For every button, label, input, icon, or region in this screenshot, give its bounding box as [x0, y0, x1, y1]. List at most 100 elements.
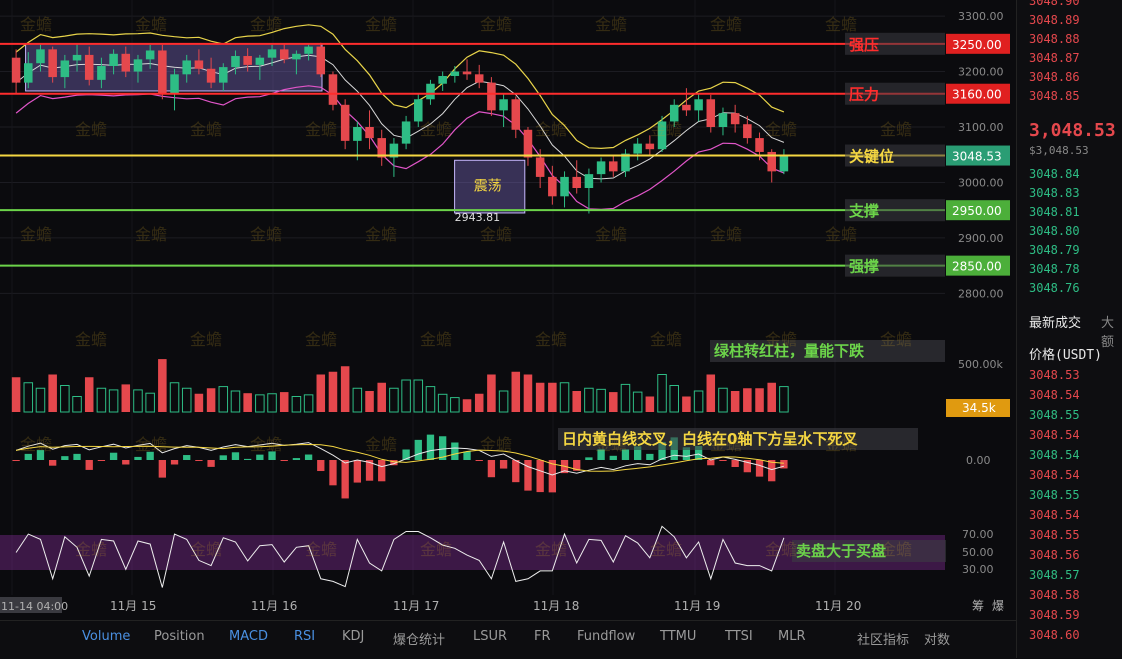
volume-bar — [218, 386, 229, 413]
range-box-label: 震荡 — [474, 179, 502, 195]
macd-histogram-bar — [207, 460, 215, 467]
x-axis-label: 11月 16 — [251, 599, 297, 613]
volume-bar — [230, 390, 241, 413]
toolbar-item-5[interactable]: 爆仓统计 — [393, 629, 445, 648]
ask-price: 3048.87 — [1029, 51, 1080, 65]
watermark: 金蟾 — [250, 15, 282, 34]
candle-body — [474, 74, 484, 83]
volume-bar — [352, 387, 363, 413]
volume-bar — [584, 387, 594, 413]
volume-bar — [84, 377, 94, 412]
volume-bar — [401, 379, 411, 413]
volume-bar — [596, 388, 606, 413]
chart-canvas[interactable]: 2800.00 2900.00 3000.00 3100.00 3200.00 3300.… — [0, 0, 1016, 620]
macd-histogram-bar — [317, 460, 325, 472]
watermark: 金蟾 — [20, 435, 52, 454]
x-axis-label: 11月 17 — [393, 599, 439, 613]
macd-histogram-bar — [244, 458, 252, 460]
volume-bar — [523, 374, 533, 412]
macd-histogram-bar — [414, 439, 422, 460]
volume-bar — [96, 387, 107, 413]
toolbar-item-9[interactable]: TTMU — [660, 629, 696, 644]
volume-bar — [35, 387, 46, 413]
trade-price: 3048.59 — [1029, 608, 1080, 622]
macd-histogram-bar — [609, 455, 617, 460]
volume-bar — [145, 392, 155, 413]
bid-price: 3048.79 — [1029, 243, 1080, 257]
macd-histogram-bar — [49, 460, 57, 466]
rsi-axis-label: 50.00 — [962, 546, 994, 559]
trade-price: 3048.54 — [1029, 428, 1080, 442]
watermark: 金蟾 — [650, 330, 682, 349]
watermark: 金蟾 — [75, 330, 107, 349]
toolbar-item-10[interactable]: TTSI — [725, 629, 753, 644]
volume-bar — [365, 391, 374, 412]
watermark: 金蟾 — [365, 15, 397, 34]
watermark: 金蟾 — [535, 540, 567, 559]
macd-histogram-bar — [122, 460, 130, 465]
volume-bar — [498, 390, 509, 413]
toolbar-item-11[interactable]: MLR — [778, 629, 806, 644]
volume-bar — [437, 393, 448, 413]
volume-bar — [303, 394, 314, 413]
macd-histogram-bar — [585, 457, 593, 460]
toolbar-item-1[interactable]: Position — [154, 629, 205, 644]
toolbar-item-12[interactable]: 社区指标 — [857, 629, 909, 648]
macd-histogram-bar — [256, 454, 264, 460]
volume-current-label: 34.5k — [962, 401, 996, 415]
macd-histogram-bar — [463, 451, 471, 460]
toolbar-item-2[interactable]: MACD — [229, 629, 268, 644]
annotation-text: 卖盘大于买盘 — [796, 542, 886, 560]
ask-price: 3048.85 — [1029, 89, 1080, 103]
candle-body — [121, 53, 131, 72]
watermark: 金蟾 — [365, 225, 397, 244]
indicator-toolbar: Volume Position MACD RSI KDJ 爆仓统计 LSUR FR Fundfl… — [0, 620, 1016, 659]
candle-body — [206, 68, 216, 83]
candle-body — [255, 57, 265, 65]
level-price-label: 3048.53 — [952, 150, 1002, 164]
volume-bar — [669, 385, 679, 413]
toolbar-item-3[interactable]: RSI — [294, 629, 315, 644]
macd-histogram-bar — [183, 455, 191, 460]
toolbar-item-7[interactable]: FR — [534, 629, 551, 644]
watermark: 金蟾 — [75, 120, 107, 139]
toolbar-item-8[interactable]: Fundflow — [577, 629, 635, 644]
candle-body — [645, 143, 655, 150]
candle-body — [450, 71, 460, 76]
candle-body — [267, 49, 277, 58]
watermark: 金蟾 — [190, 540, 222, 559]
toolbar-item-6[interactable]: LSUR — [473, 629, 507, 644]
candle-body — [145, 50, 155, 60]
volume-bar — [767, 382, 776, 412]
trade-price: 3048.53 — [1029, 368, 1080, 382]
macd-histogram-bar — [707, 460, 715, 466]
volume-bar — [620, 383, 631, 413]
volume-bar — [267, 393, 277, 413]
level-price-label: 2950.00 — [952, 204, 1002, 218]
candle-body — [669, 104, 679, 122]
candle-body — [426, 83, 435, 100]
volume-bar — [693, 390, 704, 413]
macd-histogram-bar — [12, 460, 20, 461]
toolbar-item-4[interactable]: KDJ — [342, 629, 364, 644]
volume-bar — [108, 389, 119, 413]
trade-price: 3048.55 — [1029, 408, 1080, 422]
watermark: 金蟾 — [420, 120, 452, 139]
macd-histogram-bar — [487, 460, 496, 478]
volume-bar — [462, 399, 472, 412]
corner-label: 爆 — [992, 599, 1004, 613]
toolbar-item-13[interactable]: 对数 — [924, 629, 950, 648]
watermark: 金蟾 — [135, 435, 167, 454]
macd-histogram-bar — [24, 453, 32, 460]
ask-price: 3048.86 — [1029, 70, 1080, 84]
volume-bar — [755, 388, 764, 412]
level-name: 压力 — [849, 86, 879, 104]
volume-bar — [609, 392, 618, 412]
toolbar-item-0[interactable]: Volume — [82, 629, 130, 644]
watermark: 金蟾 — [710, 15, 742, 34]
watermark: 金蟾 — [250, 225, 282, 244]
macd-histogram-bar — [280, 460, 288, 461]
watermark: 金蟾 — [480, 225, 512, 244]
watermark: 金蟾 — [480, 15, 512, 34]
volume-bar — [316, 374, 326, 412]
